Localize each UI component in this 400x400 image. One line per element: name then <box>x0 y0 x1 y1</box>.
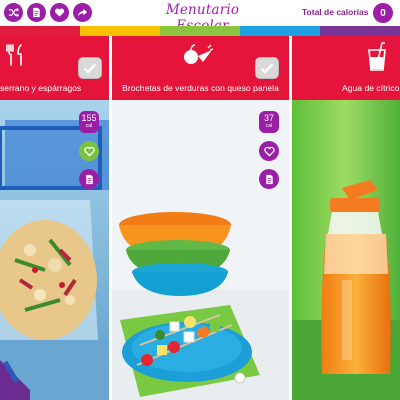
shuffle-button[interactable] <box>4 3 23 22</box>
card-header: Brochetas de verduras con queso panela <box>112 36 289 100</box>
share-button[interactable] <box>73 3 92 22</box>
checkmark-icon <box>83 63 97 74</box>
calories-value: 37 <box>263 113 274 123</box>
select-checkbox[interactable] <box>255 57 279 79</box>
shuffle-icon <box>8 7 19 18</box>
strip-segment <box>0 26 80 36</box>
heart-icon <box>83 146 95 157</box>
food-photo <box>292 100 400 400</box>
card-title: serrano y espárragos <box>0 83 82 93</box>
top-bar: Menutario Escolar Total de calorías 0 <box>0 0 400 34</box>
document-icon <box>33 7 40 18</box>
document-icon <box>85 174 93 184</box>
total-calories-label: Total de calorías <box>302 7 369 17</box>
app-screen: Menutario Escolar Total de calorías 0 se… <box>0 0 400 400</box>
citrus-water-image <box>292 100 400 400</box>
favorites-button[interactable] <box>50 3 69 22</box>
total-calories-value: 0 <box>373 3 393 23</box>
glass-straw-icon <box>368 42 386 71</box>
calories-unit: cal <box>265 123 273 129</box>
menu-card[interactable]: Agua de cítrico <box>292 36 400 400</box>
vegetables-icon <box>184 44 214 64</box>
card-header: Agua de cítrico <box>292 36 400 100</box>
card-title: Brochetas de verduras con queso panela <box>122 83 279 93</box>
card-title: Agua de cítrico <box>342 83 400 93</box>
document-icon <box>265 174 273 184</box>
fork-knife-icon <box>6 44 22 66</box>
menu-card[interactable]: serrano y espárragos 155 cal <box>0 36 109 400</box>
document-button[interactable] <box>27 3 46 22</box>
checkmark-icon <box>260 63 274 74</box>
favorite-button[interactable] <box>79 141 99 161</box>
recipe-button[interactable] <box>259 169 279 189</box>
strip-segment <box>320 26 400 36</box>
card-actions: 155 cal <box>79 111 99 189</box>
card-actions: 37 cal <box>259 111 279 189</box>
favorite-button[interactable] <box>259 141 279 161</box>
card-header: serrano y espárragos <box>0 36 109 100</box>
recipe-button[interactable] <box>79 169 99 189</box>
menu-card[interactable]: Brochetas de verduras con queso panela 3… <box>112 36 289 400</box>
select-checkbox[interactable] <box>78 57 102 79</box>
calories-badge: 155 cal <box>79 111 99 133</box>
strip-segment <box>240 26 320 36</box>
strip-segment <box>160 26 240 36</box>
calories-unit: cal <box>85 123 93 129</box>
color-strip <box>0 26 400 36</box>
share-icon <box>77 8 88 17</box>
calories-value: 155 <box>81 113 97 123</box>
heart-icon <box>54 8 65 17</box>
strip-segment <box>80 26 160 36</box>
heart-icon <box>263 146 275 157</box>
calories-badge: 37 cal <box>259 111 279 133</box>
